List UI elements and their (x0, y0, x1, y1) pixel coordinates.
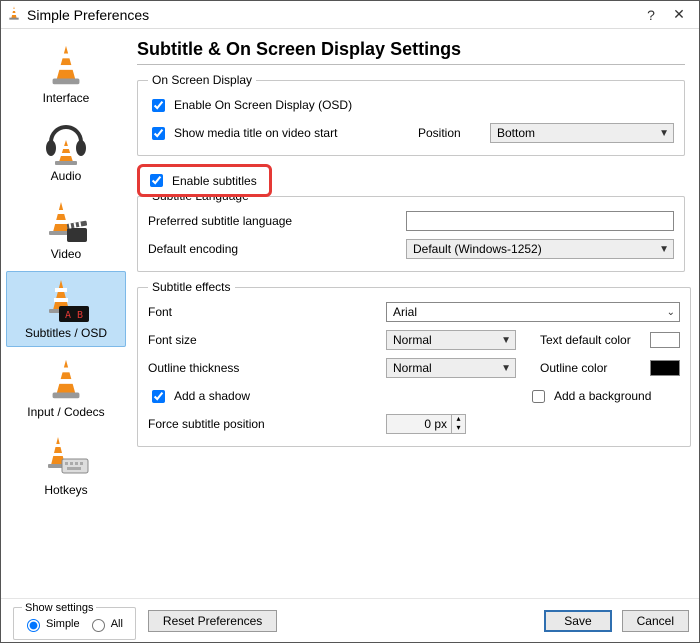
default-encoding-select[interactable]: Default (Windows-1252)▼ (406, 239, 674, 259)
clapper-cone-icon (6, 197, 126, 247)
enable-subtitles-checkbox[interactable] (150, 174, 163, 187)
preferred-language-input[interactable] (406, 211, 674, 231)
position-select[interactable]: Bottom▼ (490, 123, 674, 143)
chevron-down-icon: ⌄ (667, 307, 675, 318)
show-media-title-checkbox[interactable] (152, 127, 165, 140)
text-color-swatch[interactable] (650, 332, 680, 348)
default-encoding-label: Default encoding (148, 242, 396, 256)
osd-group-title: On Screen Display (148, 73, 256, 87)
enable-osd-checkbox[interactable] (152, 99, 165, 112)
enable-subtitles-highlight: Enable subtitles (137, 164, 272, 197)
enable-osd-label: Enable On Screen Display (OSD) (174, 98, 352, 112)
preferred-language-label: Preferred subtitle language (148, 214, 396, 228)
close-button[interactable]: ✕ (665, 5, 693, 25)
sidebar-item-interface[interactable]: Interface (6, 37, 126, 111)
save-button[interactable]: Save (544, 610, 611, 632)
sidebar-item-audio[interactable]: Audio (6, 115, 126, 189)
reset-preferences-button[interactable]: Reset Preferences (148, 610, 277, 632)
sidebar-item-label: Input / Codecs (6, 405, 126, 419)
preferences-content: Subtitle & On Screen Display Settings On… (131, 29, 699, 598)
sidebar-item-hotkeys[interactable]: Hotkeys (6, 429, 126, 503)
help-button[interactable]: ? (637, 5, 665, 25)
outline-thickness-label: Outline thickness (148, 361, 376, 375)
force-position-spinner[interactable]: 0 px ▴▾ (386, 414, 466, 434)
font-size-label: Font size (148, 333, 376, 347)
chevron-down-icon: ▼ (659, 128, 669, 139)
subtitle-effects-group: Subtitle effects Font Arial⌄ Font size N… (137, 280, 691, 447)
subtitle-language-group: Subtitle Language Preferred subtitle lan… (137, 189, 685, 272)
outline-color-label: Outline color (540, 361, 640, 375)
sidebar-item-subtitles-osd[interactable]: A B Subtitles / OSD (6, 271, 126, 347)
font-size-select[interactable]: Normal▼ (386, 330, 516, 350)
cancel-button[interactable]: Cancel (622, 610, 689, 632)
chevron-down-icon: ▼ (501, 335, 511, 346)
page-title: Subtitle & On Screen Display Settings (137, 39, 685, 65)
hotkeys-cone-icon (6, 433, 126, 483)
sidebar-item-label: Hotkeys (6, 483, 126, 497)
show-settings-group: Show settings Simple All (13, 602, 136, 640)
codecs-cone-icon (6, 355, 126, 405)
preferences-sidebar: Interface Audio (1, 29, 131, 598)
subtitle-cone-icon: A B (7, 276, 125, 326)
vlc-logo-icon (7, 5, 21, 24)
show-settings-simple[interactable]: Simple (22, 616, 80, 632)
add-background-checkbox[interactable] (532, 390, 545, 403)
subtitle-effects-group-title: Subtitle effects (148, 280, 235, 294)
chevron-down-icon: ▼ (501, 363, 511, 374)
position-label: Position (418, 126, 470, 140)
font-select[interactable]: Arial⌄ (386, 302, 680, 322)
window-title: Simple Preferences (27, 7, 637, 23)
add-shadow-checkbox[interactable] (152, 390, 165, 403)
add-shadow-label: Add a shadow (174, 389, 250, 403)
font-label: Font (148, 305, 376, 319)
text-color-label: Text default color (540, 333, 640, 347)
force-position-label: Force subtitle position (148, 417, 376, 431)
enable-subtitles-label: Enable subtitles (172, 174, 257, 188)
cone-icon (6, 41, 126, 91)
sidebar-item-video[interactable]: Video (6, 193, 126, 267)
sidebar-item-label: Subtitles / OSD (7, 326, 125, 340)
osd-group: On Screen Display Enable On Screen Displ… (137, 73, 685, 156)
add-background-label: Add a background (554, 389, 651, 403)
sidebar-item-label: Interface (6, 91, 126, 105)
show-settings-all[interactable]: All (87, 616, 123, 632)
main-area: Interface Audio (1, 29, 699, 598)
footer-bar: Show settings Simple All Reset Preferenc… (1, 598, 699, 642)
outline-color-swatch[interactable] (650, 360, 680, 376)
outline-thickness-select[interactable]: Normal▼ (386, 358, 516, 378)
sidebar-item-input-codecs[interactable]: Input / Codecs (6, 351, 126, 425)
chevron-down-icon: ▼ (659, 244, 669, 255)
svg-text:A B: A B (65, 310, 83, 321)
sidebar-item-label: Audio (6, 169, 126, 183)
show-settings-title: Show settings (22, 602, 96, 614)
show-media-title-label: Show media title on video start (174, 126, 337, 140)
sidebar-item-label: Video (6, 247, 126, 261)
title-bar: Simple Preferences ? ✕ (1, 1, 699, 29)
spinner-arrows[interactable]: ▴▾ (451, 415, 465, 433)
headphones-cone-icon (6, 119, 126, 169)
